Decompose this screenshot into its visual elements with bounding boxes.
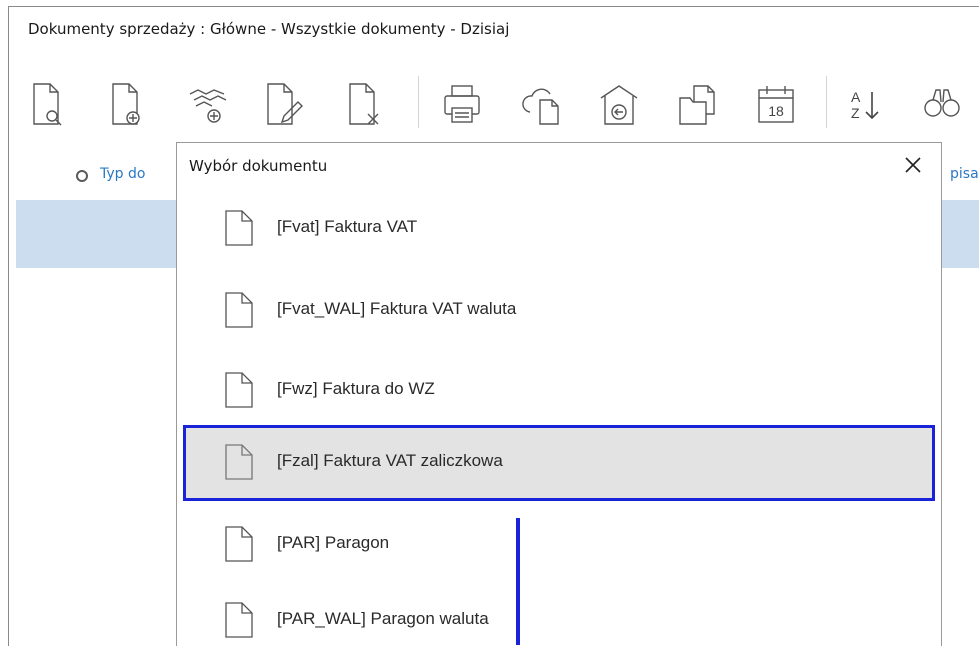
svg-text:18: 18	[768, 103, 784, 119]
toolbar-separator	[418, 76, 419, 128]
document-delete-icon[interactable]	[344, 80, 388, 128]
calendar-icon[interactable]: 18	[754, 80, 798, 128]
dialog-title: Wybór dokumentu	[189, 157, 328, 175]
document-edit-icon[interactable]	[262, 80, 306, 128]
annotation-line	[516, 518, 520, 645]
document-icon	[223, 291, 255, 329]
document-type-item[interactable]: [Fvat_WAL] Faktura VAT waluta	[183, 273, 935, 347]
close-icon[interactable]	[899, 151, 927, 179]
document-preview-icon[interactable]	[28, 80, 72, 128]
home-export-icon[interactable]	[597, 80, 641, 128]
document-type-item[interactable]: [Fvat] Faktura VAT	[183, 191, 935, 265]
column-header-opis[interactable]: pisa	[950, 166, 979, 182]
sort-az-icon[interactable]: A Z	[842, 80, 886, 128]
document-type-label: [PAR_WAL] Paragon waluta	[277, 609, 489, 628]
document-icon	[223, 209, 255, 247]
toolbar: 18 A Z	[0, 0, 979, 140]
cloud-document-icon[interactable]	[520, 80, 564, 128]
document-type-label: [Fvat_WAL] Faktura VAT waluta	[277, 299, 517, 318]
document-choice-dialog: Wybór dokumentu [Fvat] Faktura VAT [Fvat…	[176, 142, 942, 646]
document-type-item-selected[interactable]: [Fzal] Faktura VAT zaliczkowa	[183, 425, 935, 501]
select-all-radio[interactable]	[76, 170, 88, 182]
document-icon	[223, 443, 255, 481]
document-type-label: [Fvat] Faktura VAT	[277, 217, 418, 236]
document-icon	[223, 371, 255, 409]
document-type-item[interactable]: [PAR] Paragon	[183, 507, 935, 581]
handshake-add-icon[interactable]	[186, 80, 230, 128]
folder-document-icon[interactable]	[676, 80, 720, 128]
svg-text:Z: Z	[851, 105, 860, 121]
document-type-label: [PAR] Paragon	[277, 533, 390, 552]
toolbar-separator	[826, 76, 827, 128]
print-icon[interactable]	[440, 80, 484, 128]
binoculars-icon[interactable]	[920, 80, 964, 128]
document-type-item[interactable]: [PAR_WAL] Paragon waluta	[183, 583, 935, 657]
document-icon	[223, 601, 255, 639]
document-type-label: [Fzal] Faktura VAT zaliczkowa	[277, 451, 503, 470]
column-header-typ[interactable]: Typ do	[100, 166, 145, 182]
document-type-label: [Fwz] Faktura do WZ	[277, 379, 435, 398]
document-type-item[interactable]: [Fwz] Faktura do WZ	[183, 353, 935, 427]
svg-text:A: A	[851, 89, 861, 105]
document-icon	[223, 525, 255, 563]
document-add-icon[interactable]	[107, 80, 151, 128]
